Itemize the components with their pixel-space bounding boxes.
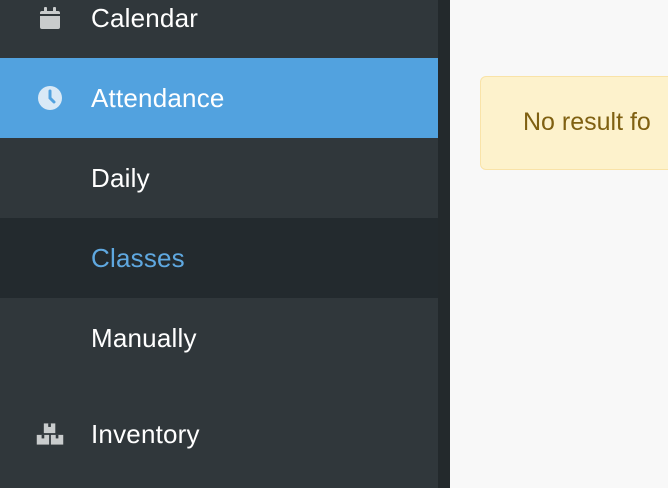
sidebar-item-label: Attendance bbox=[91, 82, 225, 113]
calendar-icon bbox=[35, 3, 65, 33]
sidebar-item-attendance[interactable]: Attendance bbox=[0, 58, 438, 138]
sidebar-item-inventory[interactable]: Inventory bbox=[0, 394, 438, 474]
sidebar: Calendar Attendance Daily Classes Manual… bbox=[0, 0, 438, 488]
sidebar-subitem-classes[interactable]: Classes bbox=[0, 218, 438, 298]
sidebar-item-label: Inventory bbox=[91, 418, 200, 449]
sidebar-subitem-manually[interactable]: Manually bbox=[0, 298, 438, 378]
sidebar-item-label: Classes bbox=[91, 242, 185, 273]
clock-icon bbox=[35, 83, 65, 113]
sidebar-item-calendar[interactable]: Calendar bbox=[0, 0, 438, 58]
alert-message: No result fo bbox=[523, 108, 651, 136]
sidebar-item-label: Calendar bbox=[91, 2, 199, 33]
no-result-alert: No result fo bbox=[480, 76, 668, 170]
sidebar-subitem-daily[interactable]: Daily bbox=[0, 138, 438, 218]
boxes-icon bbox=[35, 419, 65, 449]
sidebar-item-label: Manually bbox=[91, 322, 197, 353]
page: Calendar Attendance Daily Classes Manual… bbox=[0, 0, 668, 488]
sidebar-divider bbox=[438, 0, 450, 488]
sidebar-item-label: Daily bbox=[91, 162, 150, 193]
